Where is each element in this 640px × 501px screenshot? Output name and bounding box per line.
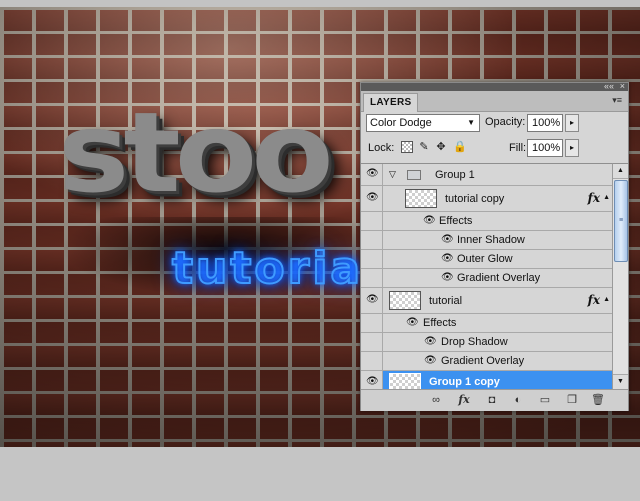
new-group-folder-icon[interactable]: ▭ (538, 393, 552, 407)
opacity-label: Opacity: (485, 116, 526, 128)
new-layer-icon[interactable]: ❐ (565, 393, 579, 407)
layer-name: tutorial copy (445, 193, 505, 205)
logo-text: stoo (58, 89, 334, 218)
delete-layer-trash-icon[interactable]: 🗑 (591, 393, 605, 407)
effects-label: Effects (423, 317, 457, 329)
eye-icon[interactable]: 👁 (406, 317, 419, 329)
link-layers-icon[interactable]: ∞ (429, 393, 443, 407)
visibility-column: 👁 (361, 164, 383, 185)
scroll-up-icon[interactable]: ▲ (613, 164, 628, 179)
fx-icon[interactable]: fx (588, 293, 600, 307)
effect-name: Gradient Overlay (457, 272, 541, 284)
lock-all-icon[interactable]: 🔒 (453, 141, 467, 153)
blend-mode-value: Color Dodge (370, 117, 432, 129)
fx-icon[interactable]: fx (588, 191, 600, 205)
eye-icon[interactable]: 👁 (366, 294, 379, 306)
layer-row-group-1[interactable]: 👁 ▽ Group 1 (361, 164, 612, 186)
expand-triangle-icon[interactable]: ▽ (389, 169, 396, 180)
visibility-column (361, 269, 383, 287)
visibility-column (361, 314, 383, 332)
layer-name: Group 1 copy (429, 376, 500, 388)
eye-icon[interactable]: 👁 (441, 253, 454, 265)
effects-toggle-icon[interactable]: ▲ (603, 194, 610, 201)
lock-image-brush-icon[interactable]: ✎ (418, 141, 430, 153)
neon-tutorial-text: tutoria (171, 243, 364, 294)
effect-row: 👁 Gradient Overlay (361, 352, 612, 371)
effects-row: 👁 Effects (361, 212, 612, 231)
scroll-thumb[interactable]: ≡ (614, 180, 628, 262)
visibility-column: 👁 (361, 288, 383, 313)
effects-row: 👁 Effects (361, 314, 612, 333)
eye-icon[interactable]: 👁 (441, 234, 454, 246)
effects-label: Effects (439, 215, 473, 227)
eye-icon[interactable]: 👁 (366, 192, 379, 204)
effect-name: Gradient Overlay (441, 355, 525, 367)
add-layer-style-fx-icon[interactable]: fx (457, 393, 471, 407)
layer-row-tutorial[interactable]: 👁 tutorial fx ▲ (361, 288, 612, 314)
visibility-column (361, 250, 383, 268)
layer-row-group-1-copy[interactable]: 👁 Group 1 copy (361, 371, 612, 390)
layer-name: tutorial (429, 295, 463, 307)
chevron-down-icon: ▼ (467, 118, 475, 127)
opacity-slider-arrow-icon[interactable]: ▸ (565, 114, 579, 132)
effect-row: 👁 Outer Glow (361, 250, 612, 269)
panel-tab-row: LAYERS ▾≡ (361, 91, 628, 112)
effect-name: Drop Shadow (441, 336, 508, 348)
eye-icon[interactable]: 👁 (423, 215, 436, 227)
effect-row: 👁 Drop Shadow (361, 333, 612, 352)
collapse-icon[interactable]: «« (604, 82, 614, 91)
adjustment-layer-icon[interactable]: ◐ (511, 393, 525, 407)
layer-row-tutorial-copy[interactable]: 👁 tutorial copy fx ▲ (361, 186, 612, 212)
layer-list-scrollbar[interactable]: ▲ ≡ ▼ (612, 163, 628, 389)
scroll-down-icon[interactable]: ▼ (613, 374, 628, 389)
lock-label: Lock: (368, 142, 395, 154)
layer-list: 👁 ▽ Group 1 👁 tutorial copy fx ▲ 👁 Effec… (361, 163, 612, 390)
canvas-top-border (0, 0, 640, 7)
effect-name: Inner Shadow (457, 234, 525, 246)
panel-menu-icon[interactable]: ▾≡ (612, 95, 622, 105)
layer-thumbnail (389, 373, 421, 390)
fill-label: Fill: (509, 142, 527, 154)
effect-row: 👁 Gradient Overlay (361, 269, 612, 288)
layer-name: Group 1 (435, 169, 475, 181)
lock-transparent-icon[interactable] (401, 141, 413, 153)
lock-position-move-icon[interactable]: ✥ (435, 141, 447, 153)
layer-thumbnail (389, 291, 421, 310)
layer-thumbnail (405, 189, 437, 208)
effects-toggle-icon[interactable]: ▲ (603, 296, 610, 303)
panel-footer: ∞ fx ◘ ◐ ▭ ❐ 🗑 (361, 389, 628, 411)
visibility-column (361, 333, 383, 351)
visibility-column (361, 212, 383, 230)
effect-row: 👁 Inner Shadow (361, 231, 612, 250)
eye-icon[interactable]: 👁 (366, 168, 379, 180)
fill-slider-arrow-icon[interactable]: ▸ (565, 139, 579, 157)
eye-icon[interactable]: 👁 (424, 355, 437, 367)
visibility-column: 👁 (361, 371, 383, 390)
close-icon[interactable]: × (620, 82, 625, 91)
effect-name: Outer Glow (457, 253, 513, 265)
eye-icon[interactable]: 👁 (366, 376, 379, 388)
panel-titlebar[interactable]: «« × (361, 82, 628, 91)
eye-icon[interactable]: 👁 (424, 336, 437, 348)
visibility-column (361, 352, 383, 370)
tab-layers[interactable]: LAYERS (363, 93, 419, 112)
opacity-input[interactable]: 100% (527, 114, 563, 132)
add-mask-icon[interactable]: ◘ (485, 393, 499, 407)
fill-input[interactable]: 100% (527, 139, 563, 157)
eye-icon[interactable]: 👁 (441, 272, 454, 284)
layers-panel: «« × LAYERS ▾≡ Color Dodge ▼ Opacity: 10… (360, 82, 629, 411)
visibility-column: 👁 (361, 186, 383, 211)
folder-icon (407, 170, 421, 180)
workspace-bottom (0, 447, 640, 501)
visibility-column (361, 231, 383, 249)
blend-mode-select[interactable]: Color Dodge ▼ (366, 114, 480, 132)
